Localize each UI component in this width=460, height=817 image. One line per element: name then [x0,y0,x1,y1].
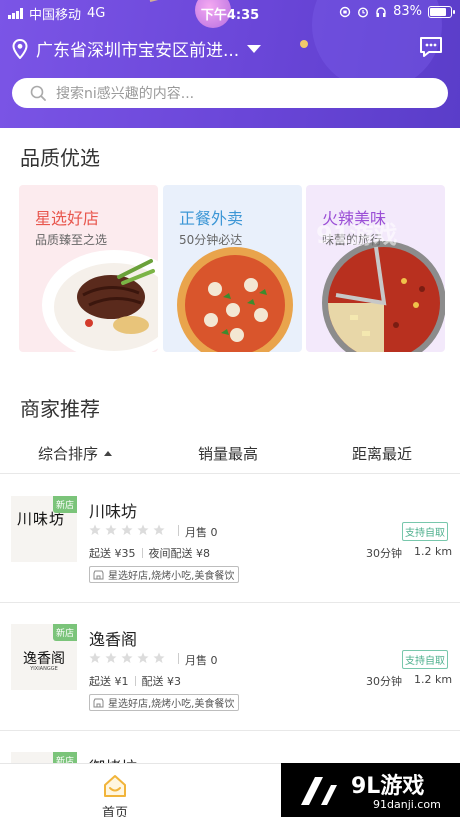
header-dot-decoration [300,40,308,48]
sort-default-button[interactable]: 综合排序 [38,443,113,464]
status-bar: 中国移动 4G 下午4:35 83% [0,0,460,24]
section-title-merchants: 商家推荐 [20,397,100,421]
site-logo [301,777,337,805]
min-order: 起送 ¥1 [89,675,129,688]
battery-fill [430,7,446,16]
location-selector[interactable]: 广东省深圳市宝安区前进... [12,36,262,61]
tab-home-label: 首页 [101,806,128,817]
location-text: 广东省深圳市宝安区前进... [36,41,240,61]
sort-up-icon [104,451,113,456]
merchant-name: 逸香阁 [89,630,138,649]
rating-stars [89,652,165,664]
delivery-fees: 起送 ¥1 配送 ¥3 [89,673,181,689]
separator [134,676,136,686]
merchant-name: 川味坊 [89,502,138,521]
monthly-sales: 月售 0 [185,654,218,667]
sort-distance-button[interactable]: 距离最近 [352,443,412,464]
header: 中国移动 4G 下午4:35 83% 广东省深圳市宝安区前进... 搜索ni感兴… [0,0,460,128]
sort-sales-label: 销量最高 [198,445,259,463]
shop-icon [93,570,104,579]
tab-home[interactable]: 首页 [90,772,140,817]
separator [141,548,143,558]
tags-text: 星选好店,烧烤小吃,美食餐饮 [108,699,235,710]
card-title: 星选好店 [35,209,100,228]
star-icon [89,524,101,535]
divider [0,730,460,731]
watermark-title: 9L游戏 [351,774,425,799]
merchant-row[interactable]: 新店 御烤坊 [0,750,460,764]
merchant-logo: 川味坊 新店 [11,496,77,562]
section-title-quality: 品质优选 [20,146,100,170]
separator [178,653,179,664]
separator [178,525,179,536]
sort-default-label: 综合排序 [38,445,99,463]
search-input[interactable]: 搜索ni感兴趣的内容... [12,78,448,108]
watermark-url: 91danji.com [373,798,441,811]
merchant-tags: 星选好店,烧烤小吃,美食餐饮 [89,694,240,711]
card-subtitle: 50分钟必达 [179,233,243,247]
divider [0,602,460,603]
divider [0,473,460,474]
battery-icon [428,5,455,18]
star-icon [137,652,149,663]
star-icon [105,524,117,535]
delivery-fee: 配送 ¥3 [141,675,182,688]
watermark-overlay: 91游戏 [316,221,398,249]
battery-percent: 83% [393,4,422,19]
merchant-tags: 星选好店,烧烤小吃,美食餐饮 [89,566,240,583]
merchant-logo: 逸香阁 YIXIANGGE 新店 [11,624,77,690]
star-icon [121,652,133,663]
rating-stars [89,524,165,536]
distance: 1.2 km [414,545,453,558]
orientation-lock-icon [339,6,351,17]
watermark: 9L游戏 91danji.com [281,763,460,817]
tags-text: 星选好店,烧烤小吃,美食餐饮 [108,571,235,582]
delivery-time: 30分钟 [366,547,402,560]
card-star-shops[interactable]: 星选好店 品质臻至之选 [19,185,158,352]
card-regular-meals[interactable]: 正餐外卖 50分钟必达 [163,185,302,352]
min-order: 起送 ¥35 [89,547,136,560]
new-store-badge: 新店 [52,496,77,513]
pickup-badge: 支持自取 [402,522,448,541]
sort-distance-label: 距离最近 [352,445,413,463]
star-icon [153,524,165,535]
star-icon [121,524,133,535]
delivery-time: 30分钟 [366,675,402,688]
star-icon [153,652,165,663]
alarm-icon [358,6,369,18]
location-pin-icon [12,38,28,59]
pickup-badge: 支持自取 [402,650,448,669]
chevron-down-icon [247,44,262,53]
home-icon [104,775,126,797]
new-store-badge: 新店 [52,624,77,641]
card-spicy-food[interactable]: 火辣美味 味蕾的旅行 91游戏 [306,185,445,352]
shop-icon [93,698,104,707]
star-icon [105,652,117,663]
headphones-icon [376,6,386,17]
sort-sales-button[interactable]: 销量最高 [198,443,258,464]
distance: 1.2 km [414,673,453,686]
star-icon [89,652,101,663]
delivery-fees: 起送 ¥35 夜间配送 ¥8 [89,545,210,561]
monthly-sales: 月售 0 [185,526,218,539]
merchant-logo-subtext: YIXIANGGE [30,666,58,672]
card-title: 正餐外卖 [179,209,244,228]
search-icon [30,85,46,101]
sort-bar: 综合排序 销量最高 距离最近 [0,443,460,473]
card-subtitle: 品质臻至之选 [35,233,108,247]
merchant-logo-text: 逸香阁 [23,651,65,667]
search-placeholder: 搜索ni感兴趣的内容... [56,86,195,102]
message-icon[interactable] [419,36,443,58]
star-icon [137,524,149,535]
delivery-fee: 夜间配送 ¥8 [148,547,211,560]
